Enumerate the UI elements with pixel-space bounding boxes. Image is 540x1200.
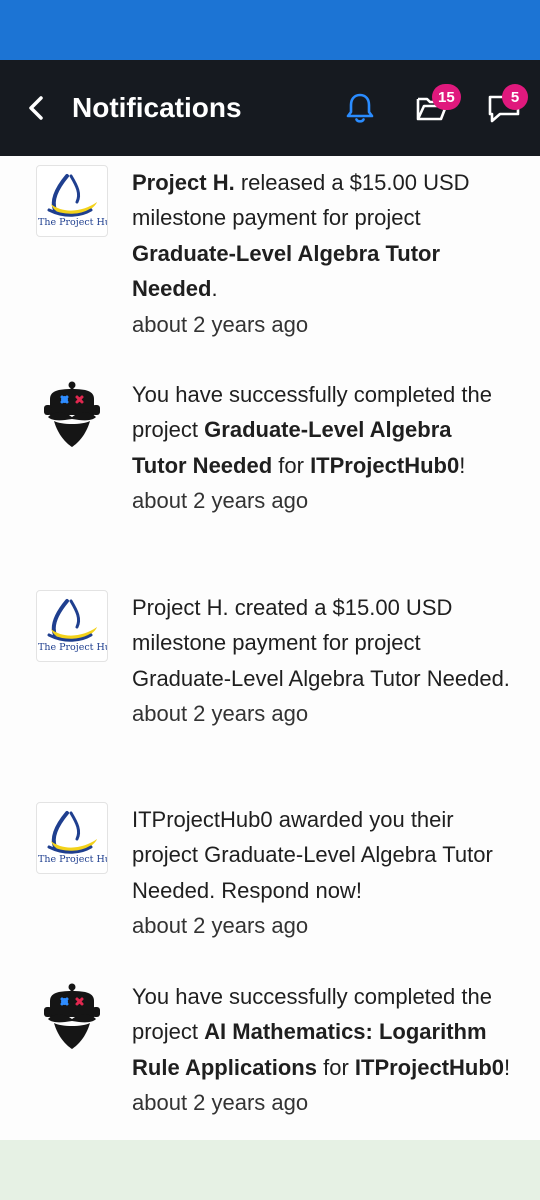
bottom-bar <box>0 1140 540 1200</box>
notification-text: ITProjectHub0 awarded you their project … <box>132 802 512 944</box>
project-hub-logo: The Project Hul <box>36 165 108 237</box>
chevron-left-icon <box>29 96 43 120</box>
project-hub-logo: The Project Hul <box>36 590 108 662</box>
messages-button[interactable]: 5 <box>480 84 528 132</box>
notification-list: The Project Hul Project H. released a $1… <box>0 156 540 1140</box>
notification-text: You have successfully completed the proj… <box>132 377 512 519</box>
notification-text: Project H. released a $15.00 USD milesto… <box>132 165 512 342</box>
back-button[interactable] <box>18 88 54 128</box>
projects-button[interactable]: 15 <box>408 84 461 132</box>
messages-count-badge: 5 <box>502 84 528 110</box>
robot-avatar <box>36 377 108 449</box>
notification-time: about 2 years ago <box>132 311 309 337</box>
notification-time: about 2 years ago <box>132 701 309 727</box>
notification-time: about 2 years ago <box>132 913 309 939</box>
notification-time: about 2 years ago <box>132 1090 309 1116</box>
notification-text: Project H. created a $15.00 USD mileston… <box>132 590 512 732</box>
robot-avatar <box>36 979 108 1051</box>
bell-icon <box>346 93 374 123</box>
notification-text: You have successfully completed the proj… <box>132 979 512 1121</box>
app-bar: Notifications 15 5 <box>0 60 540 156</box>
status-bar <box>0 0 540 60</box>
notification-time: about 2 years ago <box>132 488 309 514</box>
projects-count-badge: 15 <box>432 84 461 110</box>
notifications-button[interactable] <box>336 84 384 132</box>
project-hub-logo: The Project Hul <box>36 802 108 874</box>
page-title: Notifications <box>72 92 242 123</box>
